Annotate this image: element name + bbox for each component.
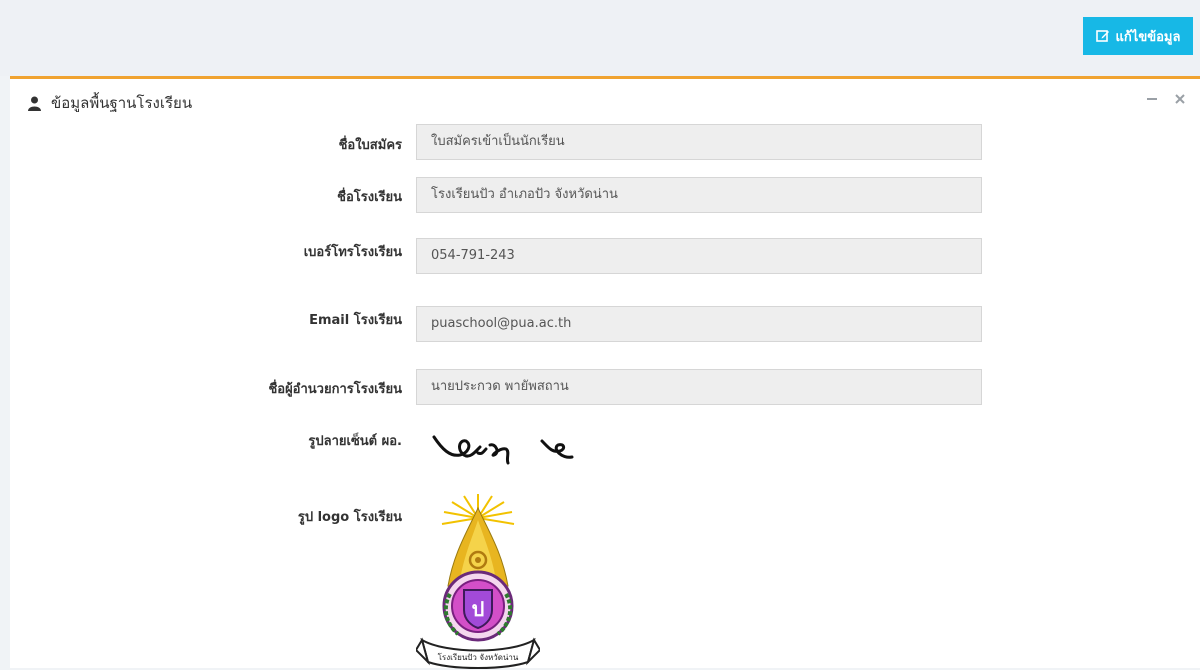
- edit-button-label: แก้ไขข้อมูล: [1115, 29, 1181, 45]
- application-name-field[interactable]: ใบสมัครเข้าเป็นนักเรียน: [416, 124, 982, 160]
- director-name-field[interactable]: นายประกวด พายัพสถาน: [416, 369, 982, 405]
- director-signature-image: [432, 435, 574, 465]
- school-email-label: Email โรงเรียน: [309, 313, 402, 328]
- school-email-field[interactable]: puaschool@pua.ac.th: [416, 306, 982, 342]
- school-name-label: ชื่อโรงเรียน: [337, 190, 402, 205]
- director-name-label: ชื่อผู้อำนวยการโรงเรียน: [268, 382, 402, 397]
- school-name-field[interactable]: โรงเรียนปัว อำเภอปัว จังหวัดน่าน: [416, 177, 982, 213]
- edit-data-button[interactable]: แก้ไขข้อมูล: [1083, 17, 1193, 55]
- edit-icon: [1095, 30, 1109, 42]
- logo-emblem-letter: ป: [472, 597, 485, 621]
- panel-title: ข้อมูลพื้นฐานโรงเรียน: [28, 91, 192, 115]
- minimize-icon[interactable]: [1146, 93, 1158, 105]
- top-toolbar: แก้ไขข้อมูล: [0, 0, 1200, 76]
- school-phone-label: เบอร์โทรโรงเรียน: [303, 245, 402, 260]
- signature-label: รูปลายเซ็นต์ ผอ.: [308, 434, 402, 449]
- school-logo-image: ป โรงเรียนปัว จังหวัดน่าน: [416, 494, 540, 669]
- application-name-label: ชื่อใบสมัคร: [338, 138, 402, 153]
- panel-title-text: ข้อมูลพื้นฐานโรงเรียน: [51, 94, 193, 112]
- logo-label: รูป logo โรงเรียน: [297, 510, 402, 525]
- panel-header: ข้อมูลพื้นฐานโรงเรียน: [10, 79, 1200, 123]
- close-icon[interactable]: [1174, 93, 1186, 105]
- school-phone-field[interactable]: 054-791-243: [416, 238, 982, 274]
- user-icon: [28, 96, 41, 111]
- logo-caption: โรงเรียนปัว จังหวัดน่าน: [438, 652, 519, 662]
